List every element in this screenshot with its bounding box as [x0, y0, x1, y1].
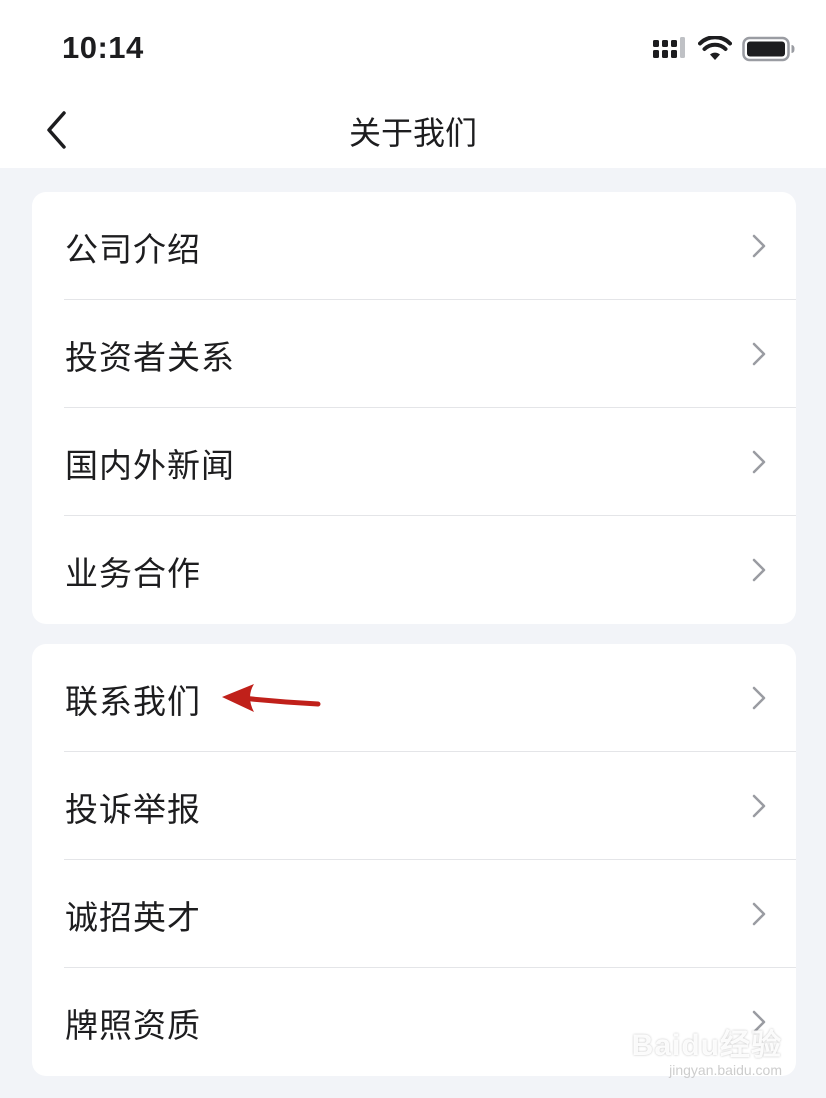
- watermark-url: jingyan.baidu.com: [669, 1062, 782, 1078]
- menu-item-label: 投诉举报: [65, 790, 201, 829]
- menu-item-label: 公司介绍: [65, 230, 201, 269]
- menu-item-label: 诚招英才: [65, 898, 201, 937]
- battery-icon: [742, 36, 795, 62]
- page-title: 关于我们: [348, 114, 477, 152]
- menu-item-label: 投资者关系: [65, 338, 235, 377]
- chevron-right-icon: [752, 686, 766, 710]
- menu-item-business-cooperation[interactable]: 业务合作: [32, 516, 796, 624]
- menu-item-label: 业务合作: [65, 554, 201, 593]
- menu-group-company: 公司介绍 投资者关系 国内外新闻 业务合作: [32, 192, 796, 624]
- chevron-right-icon: [752, 342, 766, 366]
- cellular-signal-icon: [653, 37, 685, 58]
- wifi-icon: [698, 36, 732, 60]
- menu-item-careers[interactable]: 诚招英才: [32, 860, 796, 968]
- menu-item-complaint-report[interactable]: 投诉举报: [32, 752, 796, 860]
- menu-item-label: 联系我们: [65, 682, 201, 721]
- menu-group-contact: 联系我们 投诉举报 诚招英才 牌照资质: [32, 644, 796, 1076]
- watermark-brand: Baidu经验: [631, 1029, 782, 1062]
- annotation-arrow-icon: [222, 684, 321, 712]
- status-time: 10:14: [62, 30, 144, 65]
- status-bar: 10:14: [0, 0, 826, 92]
- menu-item-contact-us[interactable]: 联系我们: [32, 644, 796, 752]
- menu-item-investor-relations[interactable]: 投资者关系: [32, 300, 796, 408]
- chevron-right-icon: [752, 794, 766, 818]
- menu-item-company-intro[interactable]: 公司介绍: [32, 192, 796, 300]
- nav-bar: 关于我们: [0, 92, 826, 168]
- chevron-right-icon: [752, 902, 766, 926]
- chevron-right-icon: [752, 558, 766, 582]
- menu-item-label: 国内外新闻: [65, 446, 235, 485]
- menu-item-news[interactable]: 国内外新闻: [32, 408, 796, 516]
- watermark: Baidu经验 jingyan.baidu.com: [632, 1020, 782, 1078]
- chevron-right-icon: [752, 234, 766, 258]
- menu-item-label: 牌照资质: [65, 1006, 201, 1045]
- chevron-right-icon: [752, 450, 766, 474]
